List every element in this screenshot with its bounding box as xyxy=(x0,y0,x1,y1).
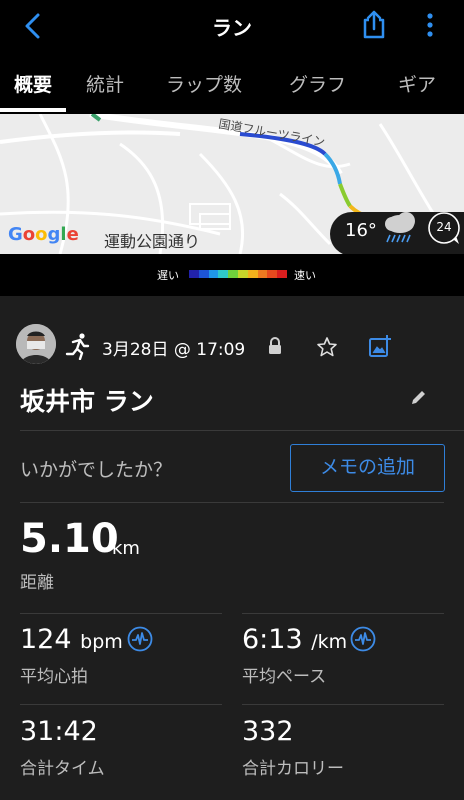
total-time-label: 合計タイム xyxy=(20,759,105,779)
divider xyxy=(242,704,444,705)
pencil-icon[interactable] xyxy=(410,388,428,406)
rain-cloud-icon xyxy=(385,212,415,243)
divider xyxy=(20,430,464,431)
active-tab-indicator xyxy=(0,108,66,112)
distance-unit: km xyxy=(112,538,140,559)
legend-color-swatch xyxy=(198,270,209,278)
legend-color-swatch xyxy=(277,270,287,278)
avg-pace-value: 6:13 /km xyxy=(242,624,348,655)
feedback-prompt: いかがでしたか？ xyxy=(20,459,173,481)
legend-fast-label: 速い xyxy=(294,269,316,282)
avg-hr-value: 124 bpm xyxy=(20,624,123,655)
star-icon[interactable] xyxy=(316,336,338,358)
heart-rate-chart-icon[interactable] xyxy=(127,626,153,652)
activity-date: 3月28日 @ 17:09 xyxy=(102,340,246,360)
activity-name: 坂井市 ラン xyxy=(20,387,154,416)
avg-pace-label: 平均ペース xyxy=(242,667,327,687)
legend-color-swatch xyxy=(247,270,258,278)
legend-color-swatch xyxy=(237,270,248,278)
avatar[interactable] xyxy=(16,324,56,364)
tab-graphs[interactable]: グラフ xyxy=(289,70,346,97)
add-memo-button[interactable]: メモの追加 xyxy=(290,444,445,492)
legend-color-swatch xyxy=(189,270,199,278)
wind-indicator: 24 xyxy=(426,210,462,246)
map-road-label: 運動公園通り xyxy=(104,232,201,251)
distance-label: 距離 xyxy=(20,573,54,593)
legend-color-swatch xyxy=(257,270,268,278)
total-calories-label: 合計カロリー xyxy=(242,759,344,779)
running-icon xyxy=(65,333,90,360)
top-bar: ラン xyxy=(0,0,464,52)
activity-summary: 3月28日 @ 17:09 坂井市 ラン いかがでしたか？ メモの追加 5.10… xyxy=(0,296,464,800)
share-icon[interactable] xyxy=(360,10,388,40)
legend-color-swatch xyxy=(218,270,229,278)
legend-color-swatch xyxy=(267,270,278,278)
total-time-value: 31:42 xyxy=(20,716,98,747)
divider xyxy=(20,613,222,614)
divider xyxy=(20,502,444,503)
divider xyxy=(242,613,444,614)
add-photo-icon[interactable] xyxy=(368,334,392,358)
page-title: ラン xyxy=(212,16,252,40)
legend-color-swatch xyxy=(228,270,238,278)
route-map[interactable]: 国道フルーツライン Google 運動公園通り 16° 24 xyxy=(0,114,464,254)
wind-speed: 24 xyxy=(436,220,452,234)
divider xyxy=(20,704,222,705)
tab-stats[interactable]: 統計 xyxy=(86,70,124,97)
pace-chart-icon[interactable] xyxy=(350,626,376,652)
distance-value: 5.10 xyxy=(20,516,119,562)
weather-widget: 16° 24 xyxy=(330,208,464,254)
legend-color-swatch xyxy=(208,270,219,278)
tab-overview[interactable]: 概要 xyxy=(14,70,52,97)
avg-hr-label: 平均心拍 xyxy=(20,667,88,687)
lock-icon[interactable] xyxy=(266,336,284,356)
tab-gear[interactable]: ギア xyxy=(398,70,436,97)
weather-temperature: 16° xyxy=(345,220,377,241)
google-logo: Google xyxy=(8,224,79,245)
legend-slow-label: 遅い xyxy=(157,269,179,282)
total-calories-value: 332 xyxy=(242,716,294,747)
more-vertical-icon[interactable] xyxy=(420,10,440,40)
tab-bar: 概要 統計 ラップ数 グラフ ギア xyxy=(0,52,464,114)
legend-color-bar xyxy=(189,270,287,278)
speed-legend: 遅い 速い xyxy=(0,254,464,296)
tab-laps[interactable]: ラップ数 xyxy=(166,70,242,97)
